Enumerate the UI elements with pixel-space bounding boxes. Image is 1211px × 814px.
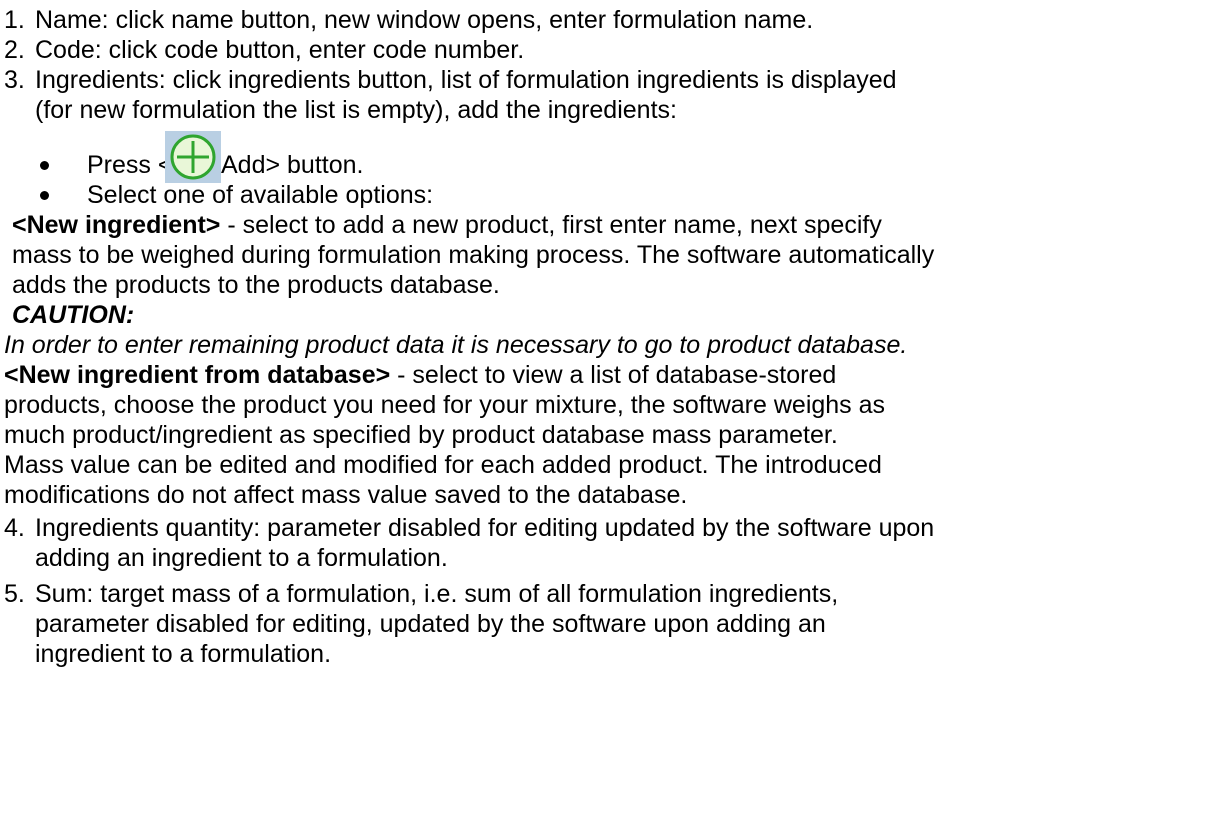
- caution-text: In order to enter remaining product data…: [4, 331, 908, 359]
- list-number: 2.: [4, 36, 25, 64]
- list-item-3: 3. Ingredients: click ingredients button…: [4, 65, 897, 95]
- caution-heading: CAUTION:: [12, 301, 135, 329]
- option-text-line: adds the products to the products databa…: [12, 271, 500, 299]
- bullet-press-prefix: Press <: [87, 151, 173, 179]
- list-item-5: 5. Sum: target mass of a formulation, i.…: [4, 579, 838, 609]
- list-item-5-continuation: ingredient to a formulation.: [35, 640, 332, 668]
- list-item-3-continuation: (for new formulation the list is empty),…: [35, 96, 677, 124]
- add-circle-icon: [165, 131, 221, 183]
- list-item-text: Ingredients quantity: parameter disabled…: [35, 514, 935, 542]
- document-page: 1. Name: click name button, new window o…: [0, 0, 1211, 814]
- option-text-line: mass to be weighed during formulation ma…: [12, 241, 935, 269]
- option-from-database: <New ingredient from database> - select …: [4, 360, 836, 390]
- list-item-2: 2. Code: click code button, enter code n…: [4, 35, 524, 65]
- option-text: - select to add a new product, first ent…: [220, 211, 882, 239]
- bullet-press-suffix: Add> button.: [221, 151, 364, 179]
- list-number: 5.: [4, 580, 25, 608]
- option-text-line: much product/ingredient as specified by …: [4, 421, 838, 449]
- list-item-text: Ingredients: click ingredients button, l…: [35, 66, 897, 94]
- option-text-line: products, choose the product you need fo…: [4, 391, 886, 419]
- bullet-dot: [40, 161, 49, 170]
- list-item-text: Name: click name button, new window open…: [35, 6, 814, 34]
- option-text-line: modifications do not affect mass value s…: [4, 481, 688, 509]
- list-item-4-continuation: adding an ingredient to a formulation.: [35, 544, 448, 572]
- list-item-5-continuation: parameter disabled for editing, updated …: [35, 610, 826, 638]
- option-text: - select to view a list of database-stor…: [390, 361, 837, 389]
- list-item-text: Sum: target mass of a formulation, i.e. …: [35, 580, 839, 608]
- option-new-ingredient: <New ingredient> - select to add a new p…: [12, 210, 882, 240]
- bullet-dot: [40, 191, 49, 200]
- list-number: 1.: [4, 6, 25, 34]
- option-text-line: Mass value can be edited and modified fo…: [4, 451, 882, 479]
- list-number: 3.: [4, 66, 25, 94]
- list-item-1: 1. Name: click name button, new window o…: [4, 5, 813, 35]
- list-item-4: 4. Ingredients quantity: parameter disab…: [4, 513, 934, 543]
- option-label: <New ingredient from database>: [4, 361, 391, 389]
- bullet-select: Select one of available options:: [87, 181, 434, 209]
- list-item-text: Code: click code button, enter code numb…: [35, 36, 525, 64]
- list-number: 4.: [4, 514, 25, 542]
- option-label: <New ingredient>: [12, 211, 221, 239]
